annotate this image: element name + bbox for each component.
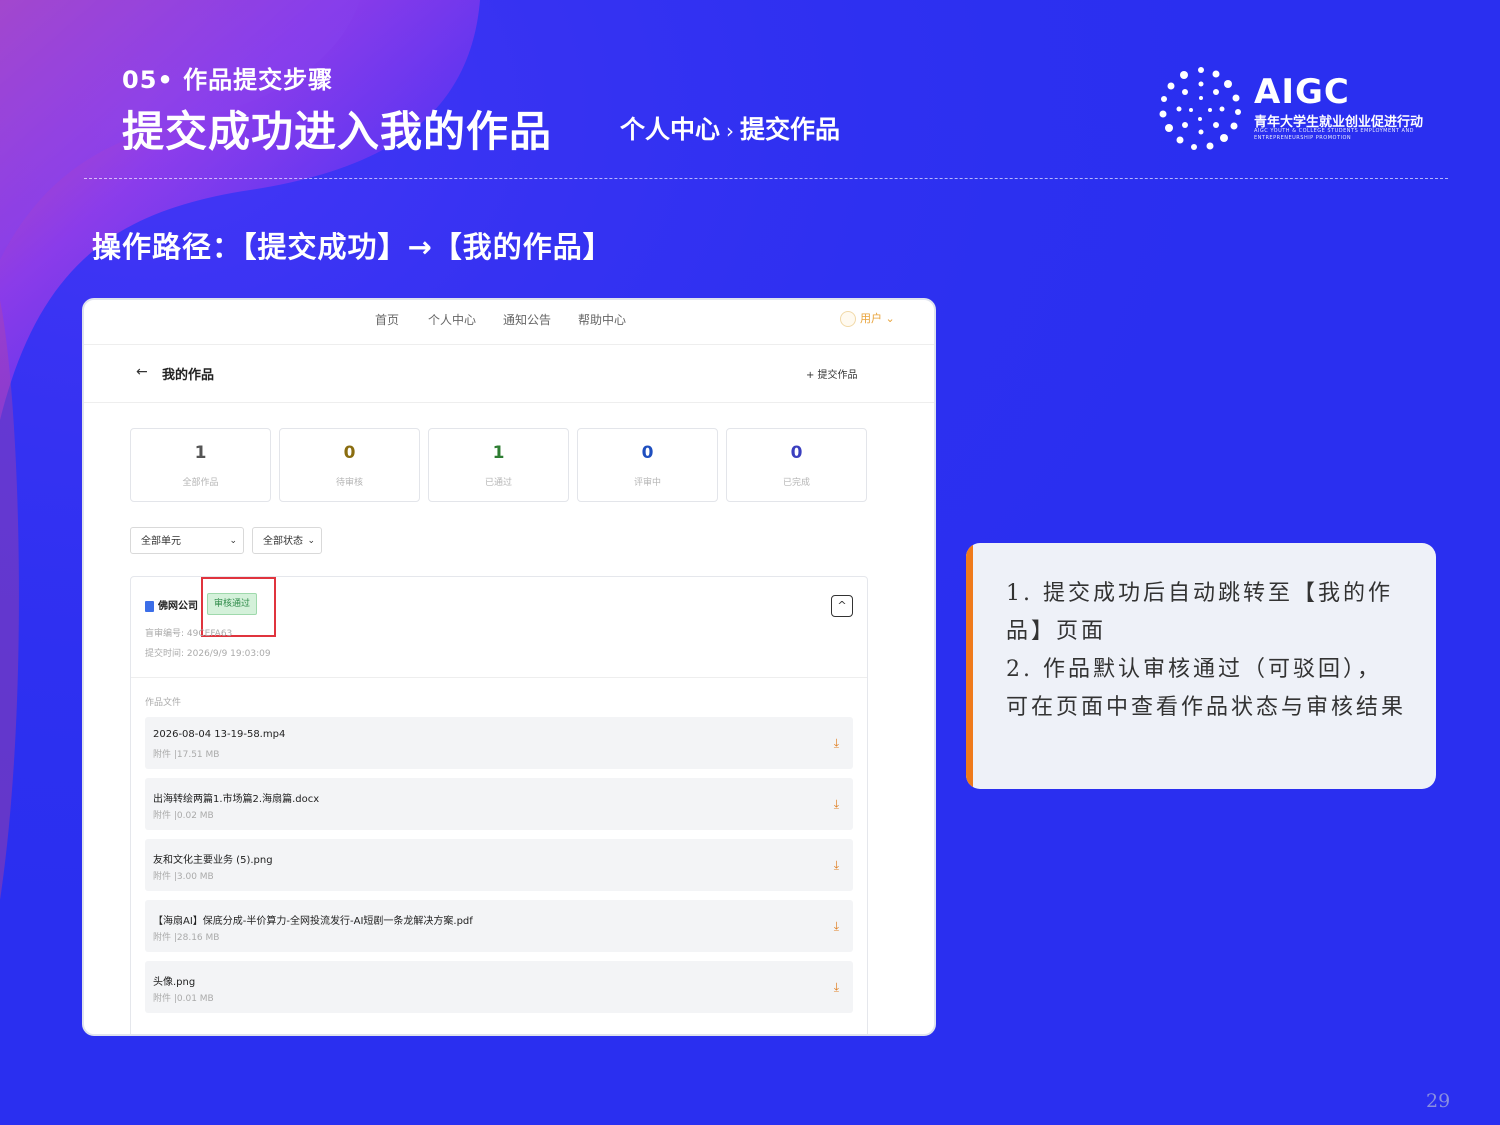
- breadcrumb-separator: ›: [726, 119, 735, 143]
- stat-label: 已完成: [782, 478, 810, 488]
- breadcrumb: 个人中心 › 提交作品: [620, 110, 840, 146]
- file-name: 2026-08-04 13-19-58.mp4: [153, 729, 286, 740]
- breadcrumb-submit-work: 提交作品: [740, 115, 841, 144]
- file-name: 【海扇AI】保底分成-半价算力-全网投流发行-AI短剧一条龙解决方案.pdf: [153, 916, 473, 927]
- header-divider: [84, 178, 1448, 179]
- stat-value: 1: [194, 443, 207, 463]
- page-title: 提交成功进入我的作品: [122, 107, 553, 156]
- note-accent-bar: [966, 543, 973, 789]
- nav-home[interactable]: 首页: [375, 311, 399, 328]
- stat-label: 评审中: [633, 478, 661, 488]
- stat-label: 已通过: [484, 478, 512, 488]
- card-divider: [131, 677, 867, 678]
- section-label: 05• 作品提交步骤: [122, 66, 334, 94]
- download-icon[interactable]: ⤓: [834, 736, 839, 751]
- stat-card[interactable]: 0 已完成: [726, 428, 867, 502]
- nav-personal-center[interactable]: 个人中心: [428, 311, 476, 328]
- file-size: 附件 |0.01 MB: [153, 994, 214, 1004]
- page-number: 29: [1426, 1090, 1451, 1112]
- building-icon: [145, 600, 154, 612]
- collapse-button[interactable]: ^: [831, 595, 853, 617]
- avatar: [840, 311, 856, 327]
- stat-card[interactable]: 0 评审中: [577, 428, 718, 502]
- unit-filter-value: 全部单元: [141, 536, 181, 547]
- aigc-logo: AIGC 青年大学生就业创业促进行动 AIGC YOUTH & COLLEGE …: [1156, 64, 1456, 154]
- status-filter-select[interactable]: 全部状态 ⌄: [252, 527, 322, 554]
- stat-label: 待审核: [335, 478, 363, 488]
- operation-path: 操作路径：【提交成功】→【我的作品】: [92, 230, 613, 264]
- stat-label: 全部作品: [182, 478, 219, 488]
- file-row: 友和文化主要业务 (5).png 附件 |3.00 MB ⤓: [145, 839, 853, 891]
- file-row: 头像.png 附件 |0.01 MB ⤓: [145, 961, 853, 1013]
- stat-value: 0: [641, 443, 654, 463]
- note-line-1: 1. 提交成功后自动跳转至【我的作品】页面: [1006, 581, 1393, 644]
- stat-value: 0: [790, 443, 803, 463]
- nav-notices[interactable]: 通知公告: [503, 311, 551, 328]
- submit-time: 提交时间: 2026/9/9 19:03:09: [145, 649, 271, 659]
- file-name: 友和文化主要业务 (5).png: [153, 855, 273, 866]
- breadcrumb-personal-center: 个人中心: [620, 115, 721, 144]
- logo-title: AIGC: [1254, 72, 1350, 112]
- file-row: 2026-08-04 13-19-58.mp4 附件 |17.51 MB ⤓: [145, 717, 853, 769]
- file-row: 出海转绘两篇1.市场篇2.海扇篇.docx 附件 |0.02 MB ⤓: [145, 778, 853, 830]
- back-arrow-icon[interactable]: ←: [136, 364, 148, 380]
- download-icon[interactable]: ⤓: [834, 797, 839, 812]
- user-menu[interactable]: 用户 ⌄: [840, 310, 895, 327]
- stat-value: 0: [343, 443, 356, 463]
- nav-help-center[interactable]: 帮助中心: [578, 311, 626, 328]
- status-filter-value: 全部状态: [263, 536, 303, 547]
- download-icon[interactable]: ⤓: [834, 980, 839, 995]
- page-header: ← 我的作品 + 提交作品: [84, 345, 934, 403]
- file-row: 【海扇AI】保底分成-半价算力-全网投流发行-AI短剧一条龙解决方案.pdf 附件…: [145, 900, 853, 952]
- work-card: 佛网公司 审核通过 盲审编号: 49CEFA63 提交时间: 2026/9/9 …: [130, 576, 868, 1034]
- chevron-down-icon: ⌄: [229, 536, 237, 546]
- file-size: 附件 |28.16 MB: [153, 933, 220, 943]
- files-label: 作品文件: [145, 698, 182, 708]
- unit-filter-select[interactable]: 全部单元 ⌄: [130, 527, 244, 554]
- stat-value: 1: [492, 443, 505, 463]
- file-name: 出海转绘两篇1.市场篇2.海扇篇.docx: [153, 794, 320, 805]
- top-nav: 首页 个人中心 通知公告 帮助中心 用户 ⌄: [84, 300, 934, 345]
- logo-dots-icon: [1159, 67, 1241, 150]
- note-text: 1. 提交成功后自动跳转至【我的作品】页面 2. 作品默认审核通过（可驳回），可…: [1006, 575, 1406, 727]
- file-name: 头像.png: [153, 977, 196, 988]
- my-works-title: 我的作品: [162, 368, 215, 383]
- submit-work-button[interactable]: + 提交作品: [806, 366, 858, 381]
- chevron-down-icon: ⌄: [307, 536, 315, 546]
- logo-english: AIGC YOUTH & COLLEGE STUDENTS EMPLOYMENT…: [1254, 128, 1415, 141]
- company-label: 佛网公司: [158, 601, 198, 612]
- file-size: 附件 |3.00 MB: [153, 872, 214, 882]
- file-size: 附件 |17.51 MB: [153, 750, 220, 760]
- note-box: 1. 提交成功后自动跳转至【我的作品】页面 2. 作品默认审核通过（可驳回），可…: [966, 543, 1436, 789]
- stat-card[interactable]: 0 待审核: [279, 428, 420, 502]
- my-works-screenshot: 首页 个人中心 通知公告 帮助中心 用户 ⌄ ← 我的作品 + 提交作品 1 全部…: [82, 298, 936, 1036]
- download-icon[interactable]: ⤓: [834, 858, 839, 873]
- download-icon[interactable]: ⤓: [834, 919, 839, 934]
- company-name: 佛网公司: [145, 597, 198, 612]
- user-label: 用户 ⌄: [860, 312, 895, 325]
- stat-card[interactable]: 1 全部作品: [130, 428, 271, 502]
- file-size: 附件 |0.02 MB: [153, 811, 214, 821]
- blind-review-id: 盲审编号: 49CEFA63: [145, 629, 233, 639]
- stat-card[interactable]: 1 已通过: [428, 428, 569, 502]
- note-line-2: 2. 作品默认审核通过（可驳回），可在页面中查看作品状态与审核结果: [1006, 657, 1407, 720]
